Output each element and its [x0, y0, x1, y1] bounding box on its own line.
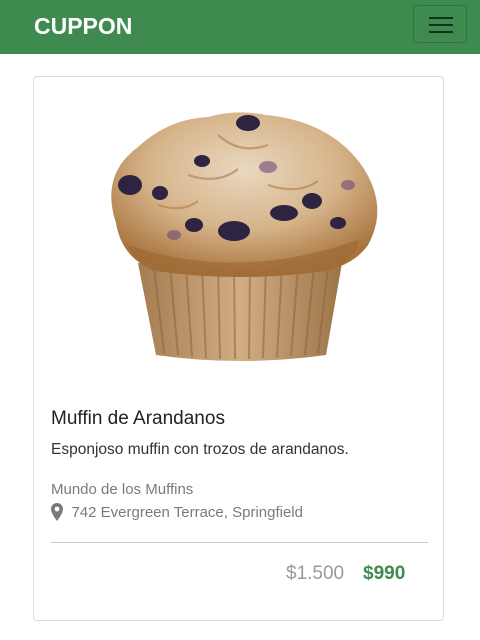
discount-price: $990	[363, 563, 406, 584]
store-address: 742 Evergreen Terrace, Springfield	[71, 504, 303, 521]
divider	[51, 542, 428, 543]
map-pin-icon	[51, 503, 63, 521]
navbar-toggle-button[interactable]	[413, 5, 467, 43]
product-title: Muffin de Arandanos	[51, 408, 225, 429]
navbar: CUPPON	[0, 0, 480, 54]
hamburger-menu-icon	[429, 17, 453, 19]
hamburger-menu-icon	[429, 31, 453, 33]
hamburger-menu-icon	[429, 24, 453, 26]
product-description: Esponjoso muffin con trozos de arandanos…	[51, 441, 349, 458]
store-name: Mundo de los Muffins	[51, 481, 194, 498]
brand-logo[interactable]: CUPPON	[34, 12, 132, 40]
product-card[interactable]: Muffin de Arandanos Esponjoso muffin con…	[33, 76, 444, 621]
muffin-image	[111, 112, 378, 361]
address-row: 742 Evergreen Terrace, Springfield	[51, 503, 303, 523]
original-price: $1.500	[286, 563, 345, 584]
